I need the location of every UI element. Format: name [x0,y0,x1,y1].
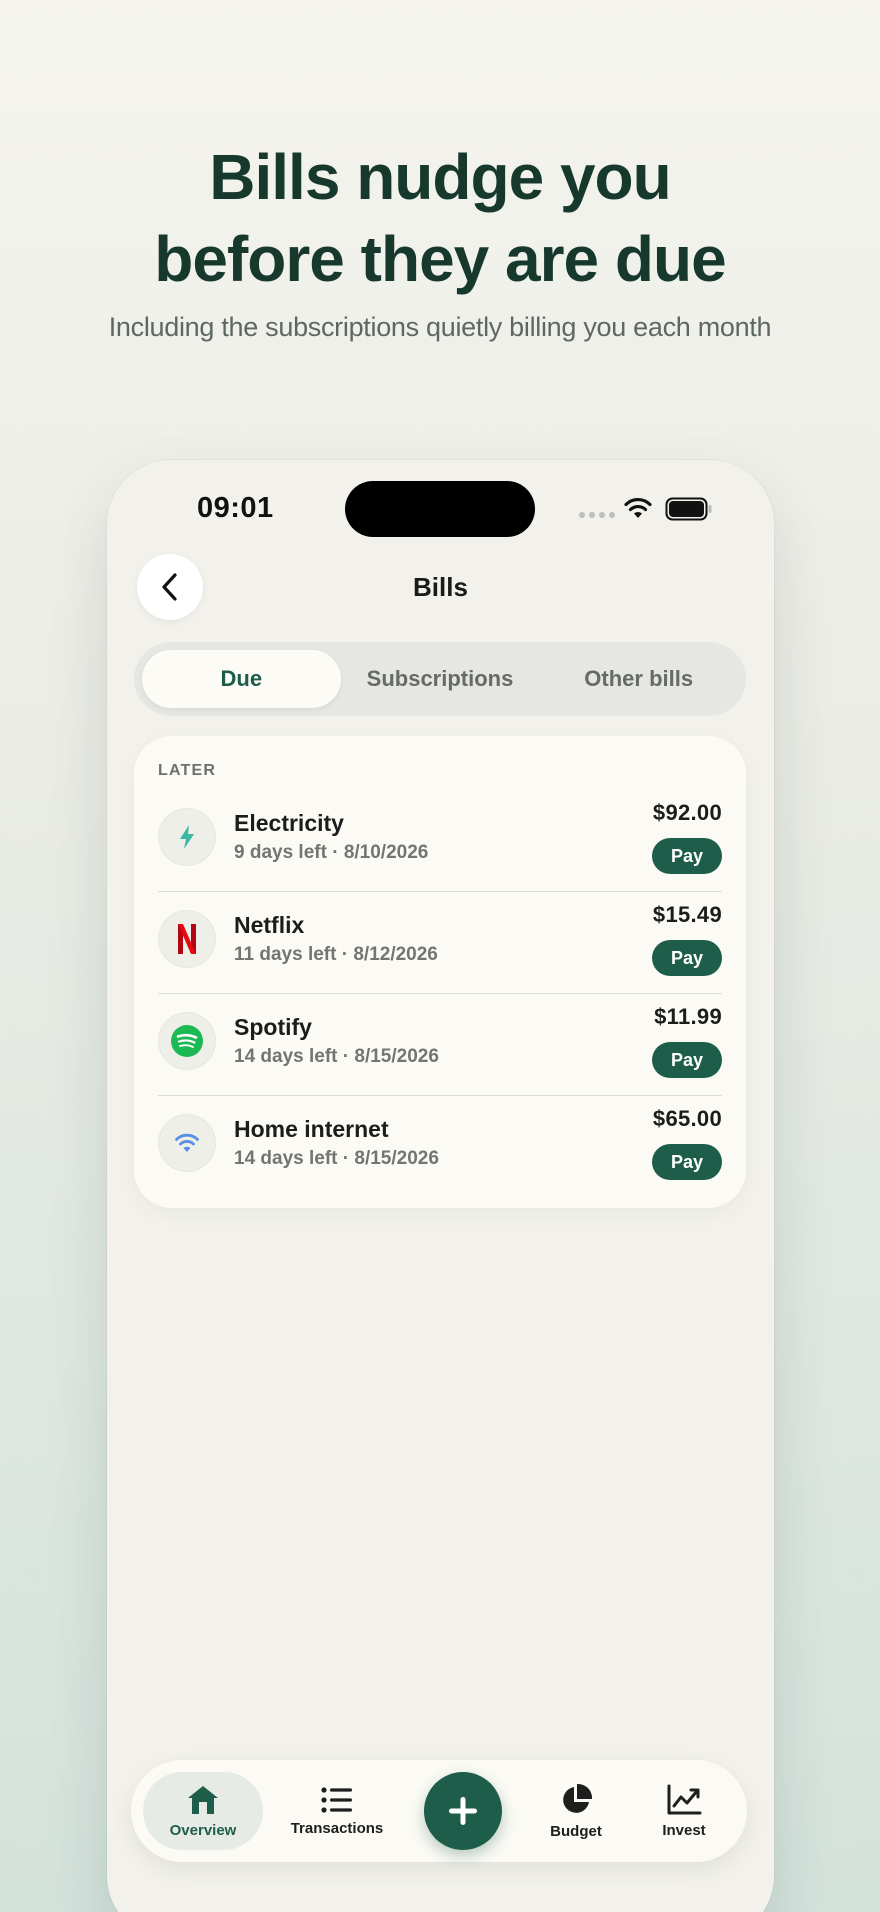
tab-label: Transactions [290,1819,384,1837]
bottom-tab-bar: Overview Transactions Budget Invest [131,1760,747,1862]
pay-button[interactable]: Pay [652,940,722,976]
section-label: LATER [158,762,217,779]
plus-icon [449,1797,477,1825]
bill-row-electricity[interactable]: Electricity 9 days left · 8/10/2026 $92.… [158,790,722,892]
dynamic-island [345,481,535,537]
bill-row-netflix[interactable]: Netflix 11 days left · 8/12/2026 $15.49 … [158,892,722,994]
pay-button[interactable]: Pay [652,1144,722,1180]
bill-name: Home internet [234,1116,389,1142]
status-time: 09:01 [197,492,274,524]
bill-row-spotify[interactable]: Spotify 14 days left · 8/15/2026 $11.99 … [158,994,722,1096]
hero-title: Bills nudge you before they are due [0,136,880,300]
bill-amount: $65.00 [652,1106,722,1131]
list-icon [321,1786,352,1813]
tab-label: Invest [662,1821,706,1839]
phone-frame: 09:01 Bills Due Subscriptions Other bill… [107,460,774,1912]
netflix-icon [158,910,216,968]
lightning-icon [158,808,216,866]
bills-card: LATER Electricity 9 days left · 8/10/202… [134,736,746,1208]
hero-title-line1: Bills nudge you [209,141,671,213]
cellular-signal-icon [579,512,615,518]
tab-subscriptions[interactable]: Subscriptions [341,650,540,708]
line-chart-icon [667,1784,702,1814]
bill-name: Netflix [234,912,305,938]
tab-label: Budget [550,1822,602,1840]
pie-chart-icon [563,1783,593,1813]
bill-amount: $15.49 [652,902,722,927]
bill-row-home-internet[interactable]: Home internet 14 days left · 8/15/2026 $… [158,1096,722,1198]
bill-due-info: 14 days left · 8/15/2026 [234,1148,439,1169]
bill-amount: $92.00 [652,800,722,825]
bill-due-info: 11 days left · 8/12/2026 [234,944,438,965]
bill-type-segmented-control: Due Subscriptions Other bills [134,642,746,716]
bill-name: Electricity [234,810,344,836]
spotify-icon [158,1012,216,1070]
bill-due-info: 14 days left · 8/15/2026 [234,1046,439,1067]
tab-label: Overview [169,1821,237,1839]
battery-icon [665,497,712,521]
bill-due-info: 9 days left · 8/10/2026 [234,842,429,863]
pay-button[interactable]: Pay [652,1042,722,1078]
tab-transactions[interactable]: Transactions [271,1772,403,1850]
pay-button[interactable]: Pay [652,838,722,874]
wifi-status-icon [624,497,652,518]
home-icon [188,1785,218,1814]
bill-amount: $11.99 [654,1004,722,1029]
bill-name: Spotify [234,1014,312,1040]
page-title: Bills [413,572,468,602]
hero-title-line2: before they are due [154,223,726,295]
tab-overview[interactable]: Overview [143,1772,263,1850]
hero-subtitle: Including the subscriptions quietly bill… [108,312,772,342]
tab-invest[interactable]: Invest [631,1772,737,1850]
tab-budget[interactable]: Budget [521,1772,631,1850]
add-button[interactable] [424,1772,502,1850]
tab-due[interactable]: Due [142,650,341,708]
tab-other-bills[interactable]: Other bills [539,650,738,708]
wifi-icon [158,1114,216,1172]
